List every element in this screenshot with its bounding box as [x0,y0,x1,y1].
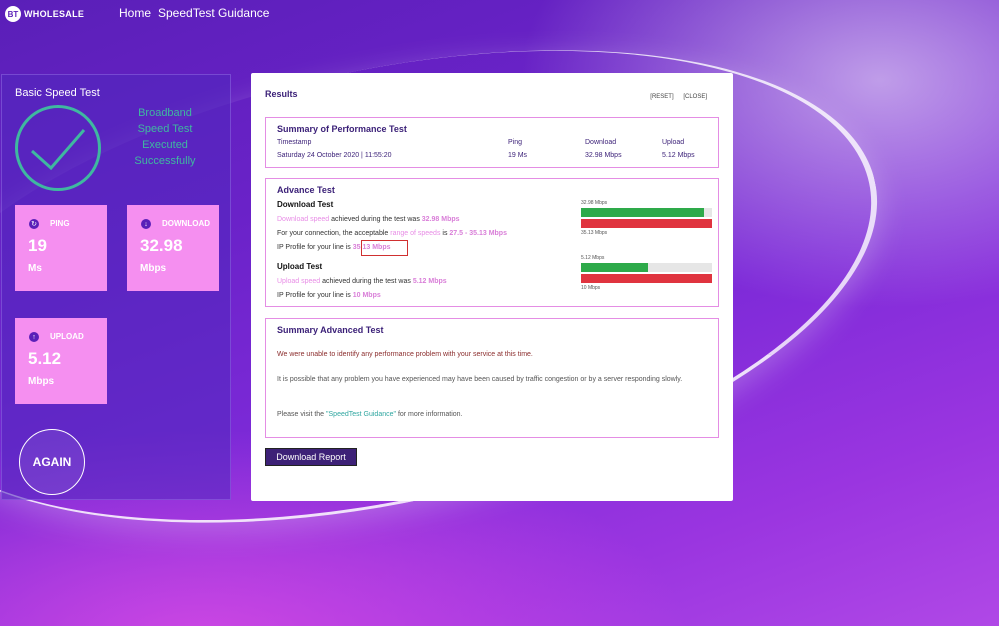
nav-speedtest-guidance-link[interactable]: SpeedTest Guidance [158,6,269,20]
ping-tile: ↻ PING 19 Ms [15,205,107,291]
close-link[interactable]: [CLOSE] [683,94,707,100]
basic-speed-test-panel: Basic Speed Test Broadband Speed Test Ex… [1,74,231,500]
download-speed-line: Download speed achieved during the test … [277,216,460,223]
advance-test-box: Advance Test Download Test Download spee… [265,178,719,307]
upload-bar-profile-label: 10 Mbps [581,285,601,291]
reset-link[interactable]: [RESET] [650,94,673,100]
top-nav-bar: BT WHOLESALE Home SpeedTest Guidance [0,0,999,28]
upload-test-heading: Upload Test [277,262,323,271]
results-title: Results [265,89,298,99]
nav-home-link[interactable]: Home [119,6,151,20]
upload-profile-bar [581,274,712,283]
summary-advanced-box: Summary Advanced Test We were unable to … [265,318,719,438]
download-bar-profile-label: 35.13 Mbps [581,230,608,236]
results-panel: Results [RESET] [CLOSE] Summary of Perfo… [251,73,733,501]
upload-ip-profile-line: IP Profile for your line is 10 Mbps [277,292,381,299]
upload-label: Upload [662,139,685,146]
bt-logo-mark: BT [5,6,21,22]
summary-advanced-title: Summary Advanced Test [277,325,384,335]
summary-advanced-note: It is possible that any problem you have… [277,376,683,383]
download-test-heading: Download Test [277,200,334,209]
speedtest-guidance-link[interactable]: "SpeedTest Guidance" [326,411,396,418]
download-label: Download [585,139,617,146]
upload-speed-line: Upload speed achieved during the test wa… [277,278,447,285]
performance-summary-title: Summary of Performance Test [277,124,407,134]
ip-profile-highlight-box [361,240,408,256]
bt-wholesale-logo[interactable]: BT WHOLESALE [5,6,84,22]
basic-speed-test-title: Basic Speed Test [15,87,100,99]
summary-advanced-message: We were unable to identify any performan… [277,351,533,358]
logo-text: WHOLESALE [24,9,85,19]
download-profile-bar [581,219,712,228]
download-measured-bar [581,208,704,217]
upload-bar-measured-label: 5.12 Mbps [581,255,605,261]
download-tile: ↓ DOWNLOAD 32.98 Mbps [127,205,219,291]
refresh-icon: ↻ [29,219,39,229]
test-status-message: Broadband Speed Test Executed Successful… [134,107,196,167]
results-actions: [RESET] [CLOSE] [642,94,707,100]
timestamp-value: Saturday 24 October 2020 | 11:55:20 [277,152,392,159]
download-report-button[interactable]: Download Report [265,448,357,466]
again-button[interactable]: AGAIN [19,429,85,495]
performance-summary-box: Summary of Performance Test Timestamp Sa… [265,117,719,168]
advance-test-title: Advance Test [277,185,335,195]
timestamp-label: Timestamp [277,139,312,146]
upload-value: 5.12 Mbps [662,152,695,159]
guidance-line: Please visit the "SpeedTest Guidance" fo… [277,411,463,418]
download-value: 32.98 Mbps [585,152,622,159]
ping-value: 19 Ms [508,152,528,159]
upload-tile: ↑ UPLOAD 5.12 Mbps [15,318,107,404]
ping-label: Ping [508,139,523,146]
download-arrow-icon: ↓ [141,219,151,229]
download-bar-measured-label: 32.98 Mbps [581,200,608,206]
upload-arrow-icon: ↑ [29,332,39,342]
acceptable-range-line: For your connection, the acceptable rang… [277,230,507,237]
upload-measured-bar [581,263,648,272]
check-circle-icon [15,105,101,191]
